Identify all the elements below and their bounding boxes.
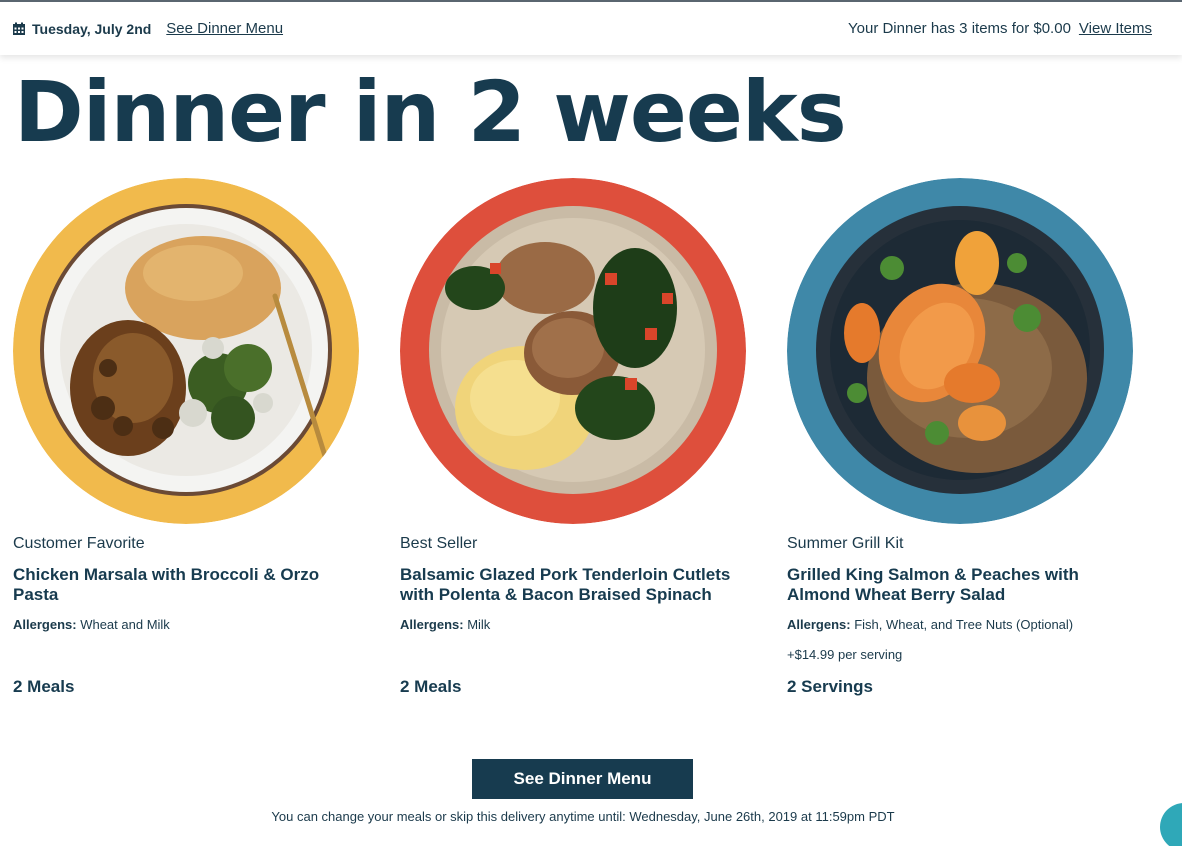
allergens-label: Allergens: [13,617,77,632]
delivery-date-group: Tuesday, July 2nd See Dinner Menu [12,20,283,37]
meal-card: Best Seller Balsamic Glazed Pork Tenderl… [400,178,760,696]
meal-photo [787,178,1133,524]
meal-allergens: Allergens: Fish, Wheat, and Tree Nuts (O… [787,617,1073,632]
meal-title[interactable]: Grilled King Salmon & Peaches with Almon… [787,565,1142,605]
allergens-value: Milk [467,617,491,632]
cart-summary-group: Your Dinner has 3 items for $0.00 View I… [848,20,1152,37]
view-items-link[interactable]: View Items [1079,20,1152,37]
cart-summary: Your Dinner has 3 items for $0.00 [848,20,1071,37]
meal-photo [400,178,746,524]
meal-quantity: 2 Servings [787,677,873,696]
delivery-date: Tuesday, July 2nd [32,20,152,37]
see-dinner-menu-link[interactable]: See Dinner Menu [166,20,283,37]
meal-image[interactable] [400,178,746,524]
meal-tag: Best Seller [400,535,478,552]
meal-quantity: 2 Meals [400,677,462,696]
allergens-label: Allergens: [787,617,851,632]
meal-tag: Customer Favorite [13,535,145,552]
meal-photo [13,178,359,524]
meal-quantity: 2 Meals [13,677,75,696]
allergens-value: Wheat and Milk [80,617,170,632]
page-title: Dinner in 2 weeks [14,63,847,161]
meal-title[interactable]: Balsamic Glazed Pork Tenderloin Cutlets … [400,565,755,605]
meal-title[interactable]: Chicken Marsala with Broccoli & Orzo Pas… [13,565,368,605]
meal-surcharge: +$14.99 per serving [787,647,903,662]
meal-card: Customer Favorite Chicken Marsala with B… [13,178,373,696]
meal-allergens: Allergens: Wheat and Milk [13,617,170,632]
meal-image[interactable] [787,178,1133,524]
allergens-label: Allergens: [400,617,464,632]
meal-tag: Summer Grill Kit [787,535,904,552]
meal-card: Summer Grill Kit Grilled King Salmon & P… [787,178,1147,696]
allergens-value: Fish, Wheat, and Tree Nuts (Optional) [854,617,1074,632]
calendar-icon [13,22,25,35]
top-bar: Tuesday, July 2nd See Dinner Menu Your D… [0,0,1182,55]
see-dinner-menu-button[interactable]: See Dinner Menu [472,759,693,799]
change-deadline-notice: You can change your meals or skip this d… [271,809,895,824]
meal-allergens: Allergens: Milk [400,617,490,632]
meal-image[interactable] [13,178,359,524]
